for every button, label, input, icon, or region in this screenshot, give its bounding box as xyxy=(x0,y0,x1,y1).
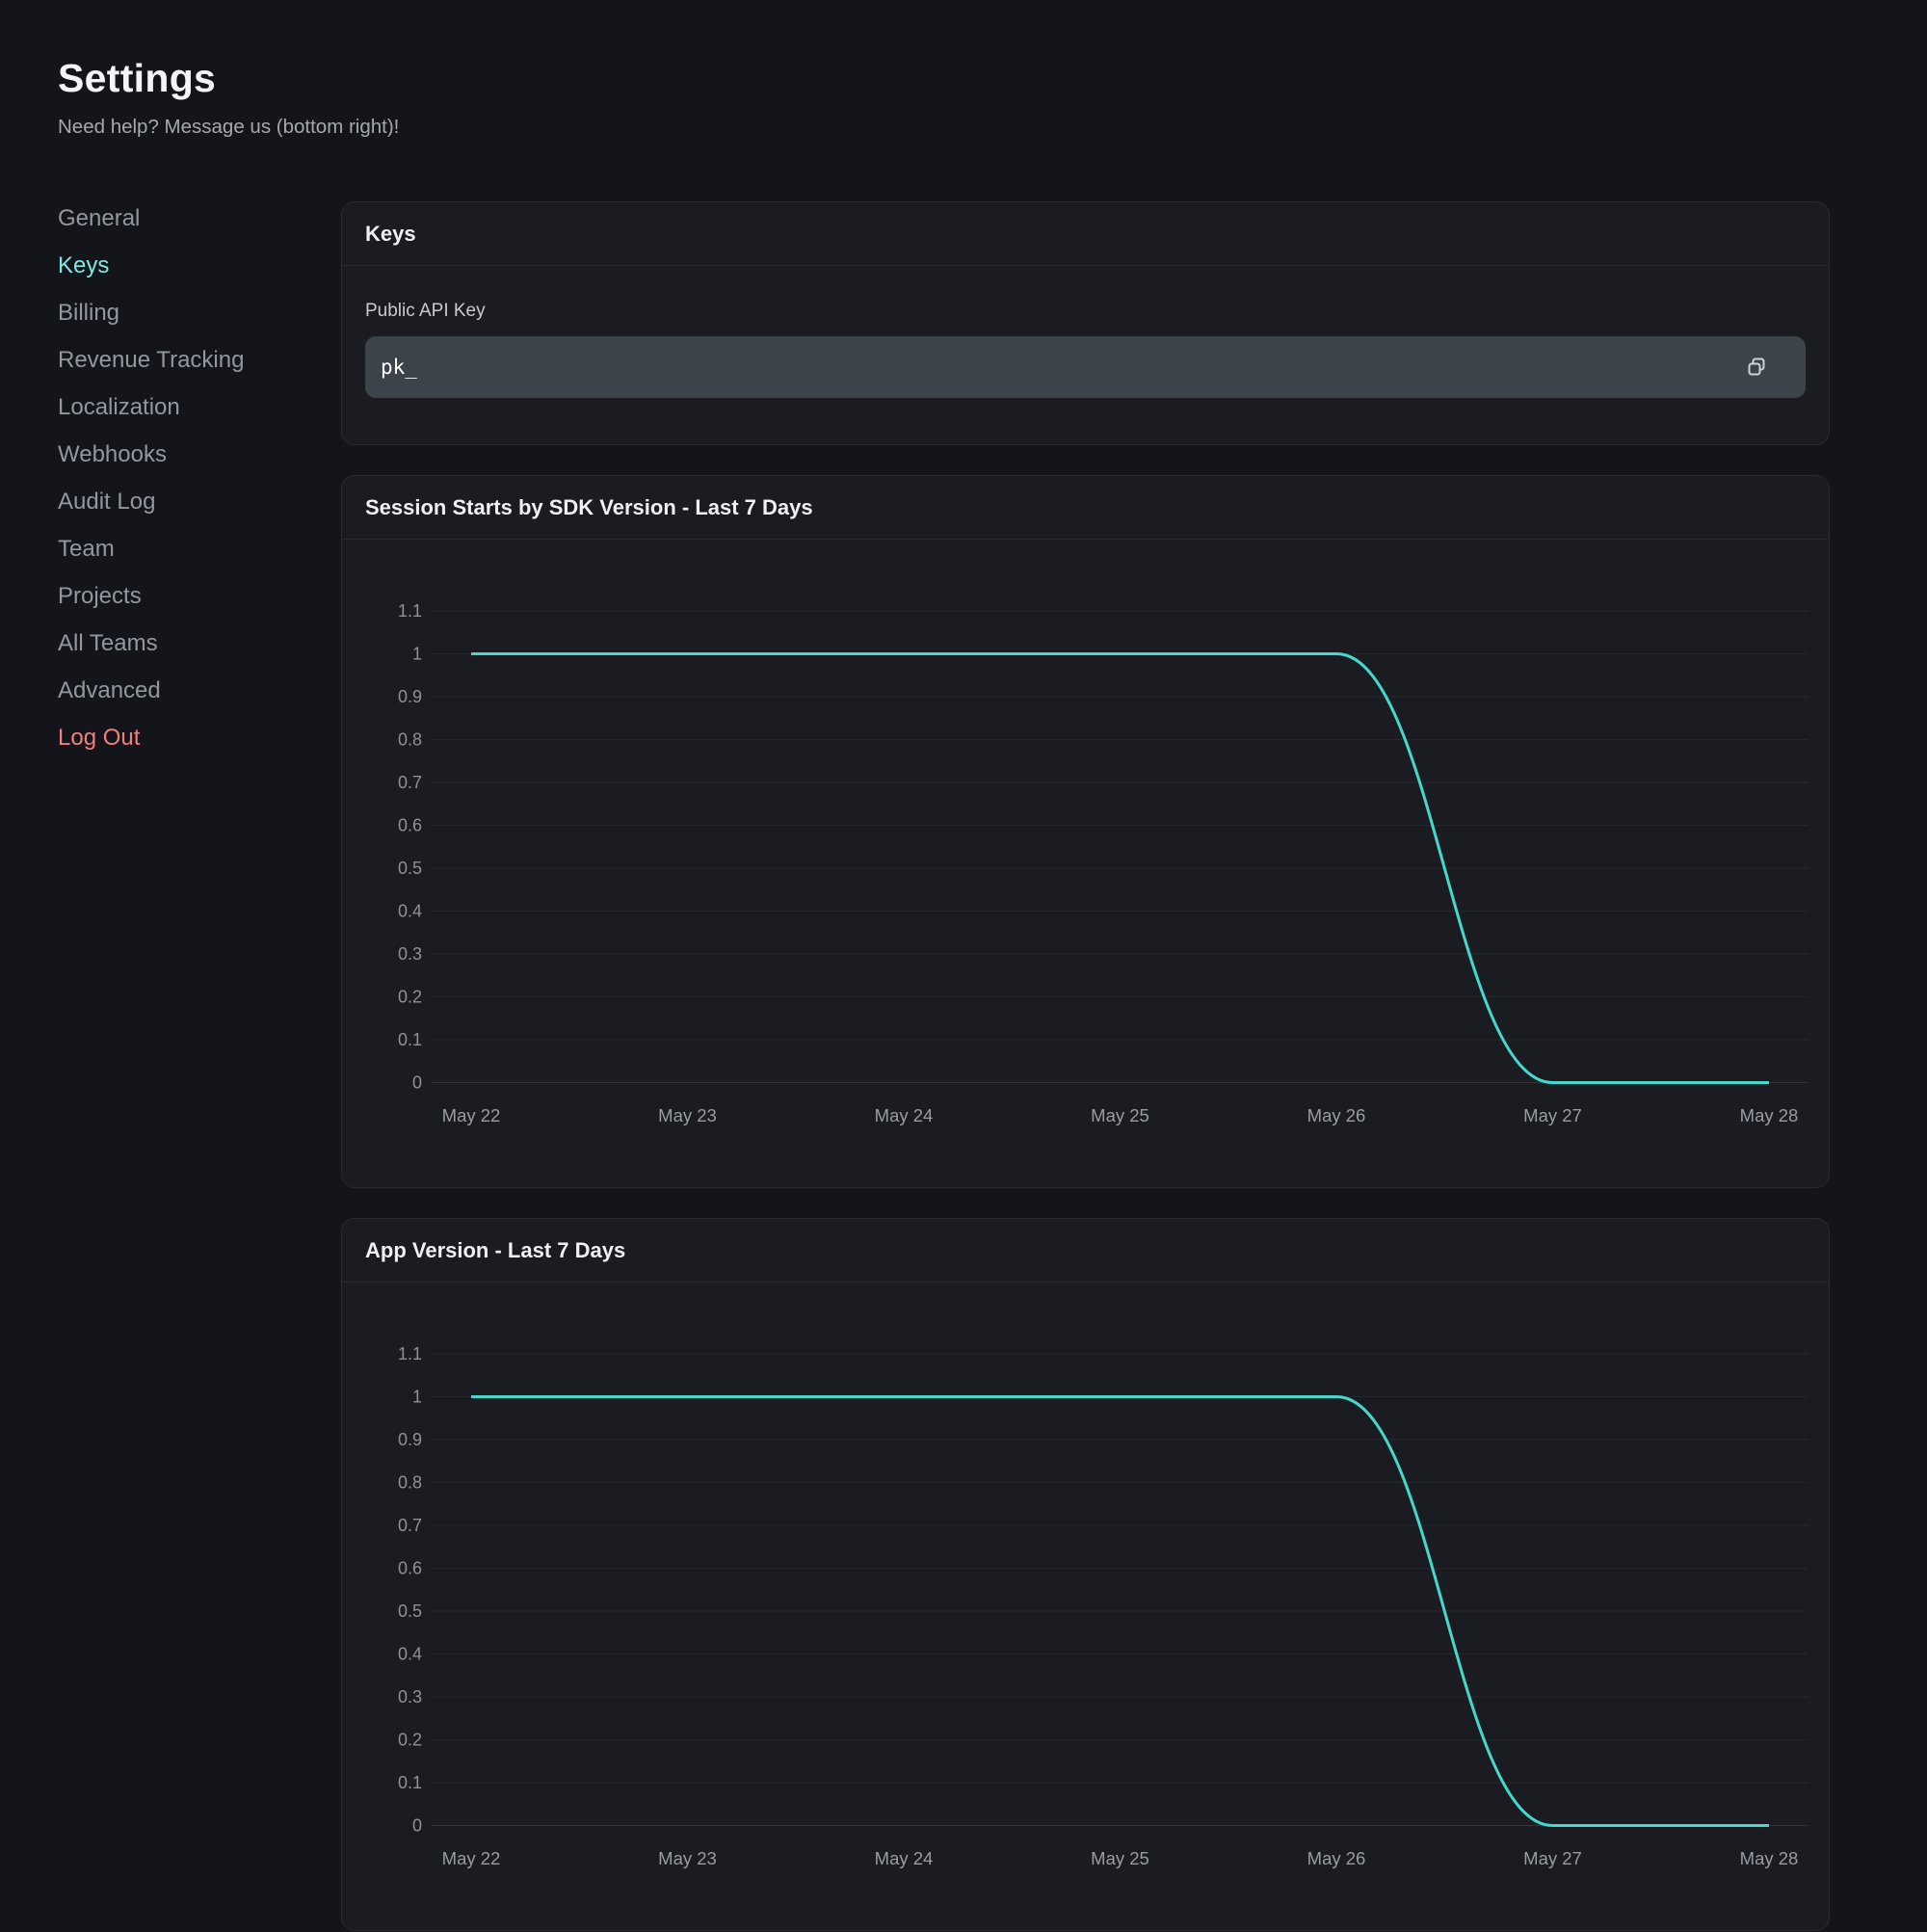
y-axis-tick-label: 0.5 xyxy=(398,859,422,878)
copy-icon xyxy=(1746,357,1767,378)
x-axis-tick-label: May 26 xyxy=(1307,1105,1366,1125)
x-axis-tick-label: May 23 xyxy=(658,1105,717,1125)
y-axis-tick-label: 0.4 xyxy=(398,902,422,921)
y-axis-tick-label: 0.3 xyxy=(398,1687,422,1707)
y-axis-tick-label: 0.2 xyxy=(398,988,422,1007)
x-axis-tick-label: May 22 xyxy=(442,1848,501,1868)
sidebar-item-log-out[interactable]: Log Out xyxy=(58,714,318,761)
y-axis-tick-label: 1 xyxy=(412,645,422,664)
sidebar-item-projects[interactable]: Projects xyxy=(58,572,318,620)
x-axis-tick-label: May 25 xyxy=(1091,1105,1149,1125)
y-axis-tick-label: 0.4 xyxy=(398,1645,422,1664)
app-version-chart-canvas: 1.1 1 0.9 0.8 0.7 0.6 0.5 0.4 0.3 0.2 0.1 0 May 22 Ma… xyxy=(342,1283,1829,1932)
x-axis-tick-label: May 24 xyxy=(875,1848,934,1868)
chart-card-session-starts-by-sdk-version: Session Starts by SDK Version - Last 7 D… xyxy=(341,475,1830,1188)
page-header: Settings Need help? Message us (bottom r… xyxy=(58,56,399,139)
sidebar-nav: GeneralKeysBillingRevenue TrackingLocali… xyxy=(58,195,318,761)
sidebar-item-advanced[interactable]: Advanced xyxy=(58,667,318,714)
x-axis-tick-label: May 25 xyxy=(1091,1848,1149,1868)
sdk-chart-header: Session Starts by SDK Version - Last 7 D… xyxy=(342,476,1829,540)
x-axis-tick-label: May 28 xyxy=(1740,1848,1799,1868)
sidebar-item-all-teams[interactable]: All Teams xyxy=(58,620,318,667)
x-axis-tick-label: May 23 xyxy=(658,1848,717,1868)
sidebar-item-billing[interactable]: Billing xyxy=(58,289,318,336)
sdk-chart-title: Session Starts by SDK Version - Last 7 D… xyxy=(365,495,813,520)
y-axis-tick-label: 0.5 xyxy=(398,1601,422,1621)
public-api-key-input[interactable] xyxy=(365,336,1806,398)
keys-card-title: Keys xyxy=(365,222,416,247)
public-api-key-row xyxy=(365,336,1806,398)
x-axis-tick-label: May 27 xyxy=(1523,1105,1582,1125)
y-axis-tick-label: 0.7 xyxy=(398,1516,422,1535)
y-axis-tick-label: 0.8 xyxy=(398,1473,422,1493)
y-axis-tick-label: 1 xyxy=(412,1388,422,1407)
y-axis-tick-label: 0.6 xyxy=(398,1559,422,1578)
y-axis-tick-label: 0.2 xyxy=(398,1731,422,1750)
keys-card: Keys Public API Key xyxy=(341,201,1830,445)
chart-card-app-version: App Version - Last 7 Days 1.1 1 0.9 0.8 0.7 0… xyxy=(341,1218,1830,1931)
y-axis-tick-label: 1.1 xyxy=(398,601,422,621)
page-title: Settings xyxy=(58,56,399,101)
public-api-key-label: Public API Key xyxy=(365,301,1806,322)
sidebar-item-audit-log[interactable]: Audit Log xyxy=(58,478,318,525)
page-subtitle: Need help? Message us (bottom right)! xyxy=(58,116,399,139)
x-axis-tick-label: May 26 xyxy=(1307,1848,1366,1868)
line-chart-svg: 1.1 1 0.9 0.8 0.7 0.6 0.5 0.4 0.3 0.2 0.1 0 May 22 Ma… xyxy=(342,540,1829,1189)
y-axis-tick-label: 0.9 xyxy=(398,1430,422,1449)
sidebar-item-team[interactable]: Team xyxy=(58,525,318,572)
y-axis-tick-label: 0.1 xyxy=(398,1030,422,1049)
keys-card-body: Public API Key xyxy=(342,266,1829,398)
y-axis-tick-label: 0.8 xyxy=(398,730,422,750)
sidebar-item-revenue-tracking[interactable]: Revenue Tracking xyxy=(58,336,318,384)
app-version-chart-header: App Version - Last 7 Days xyxy=(342,1219,1829,1283)
copy-button[interactable] xyxy=(1739,350,1774,384)
line-chart-svg: 1.1 1 0.9 0.8 0.7 0.6 0.5 0.4 0.3 0.2 0.1 0 May 22 Ma… xyxy=(342,1283,1829,1932)
y-axis-tick-label: 0 xyxy=(412,1816,422,1836)
sdk-chart-canvas: 1.1 1 0.9 0.8 0.7 0.6 0.5 0.4 0.3 0.2 0.1 0 May 22 Ma… xyxy=(342,540,1829,1189)
sidebar-item-localization[interactable]: Localization xyxy=(58,384,318,431)
y-axis-tick-label: 0.3 xyxy=(398,944,422,964)
app-version-chart-title: App Version - Last 7 Days xyxy=(365,1238,625,1263)
sidebar-item-webhooks[interactable]: Webhooks xyxy=(58,431,318,478)
sidebar-item-keys[interactable]: Keys xyxy=(58,242,318,289)
x-axis-tick-label: May 27 xyxy=(1523,1848,1582,1868)
y-axis-tick-label: 0.7 xyxy=(398,773,422,792)
y-axis-tick-label: 0 xyxy=(412,1073,422,1093)
sidebar-item-general[interactable]: General xyxy=(58,195,318,242)
y-axis-tick-label: 0.6 xyxy=(398,816,422,835)
y-axis-tick-label: 0.1 xyxy=(398,1773,422,1792)
y-axis-tick-label: 1.1 xyxy=(398,1344,422,1363)
main-content: Keys Public API Key Session Starts by SD… xyxy=(341,201,1830,1931)
x-axis-tick-label: May 28 xyxy=(1740,1105,1799,1125)
x-axis-tick-label: May 22 xyxy=(442,1105,501,1125)
y-axis-tick-label: 0.9 xyxy=(398,687,422,706)
keys-card-header: Keys xyxy=(342,202,1829,266)
x-axis-tick-label: May 24 xyxy=(875,1105,934,1125)
